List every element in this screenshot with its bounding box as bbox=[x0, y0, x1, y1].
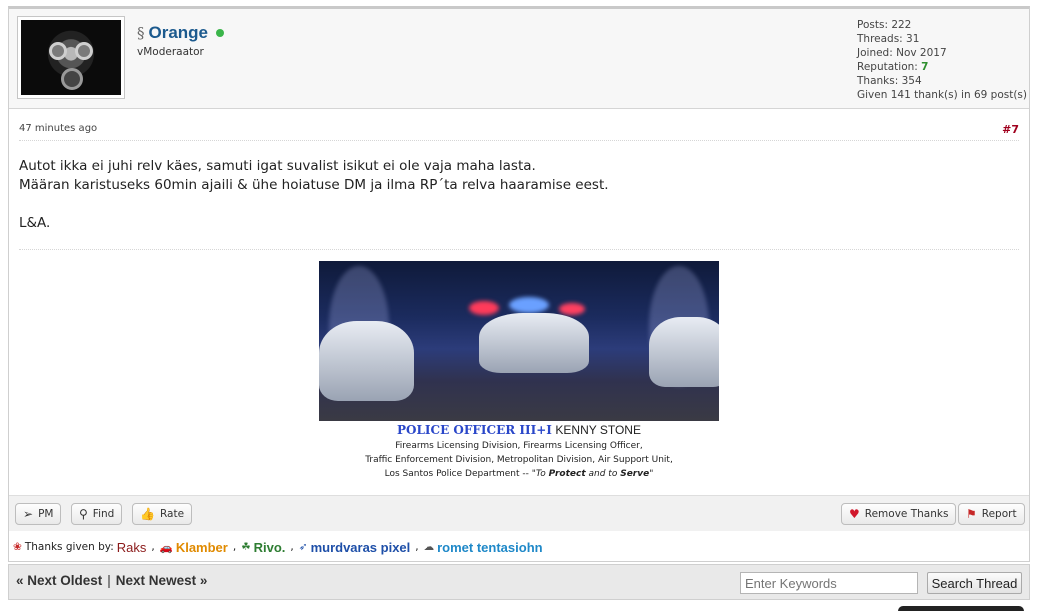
avatar-image bbox=[21, 20, 121, 95]
thanks-user-murdvaras[interactable]: murdvaras pixel bbox=[311, 540, 411, 555]
avatar[interactable] bbox=[17, 16, 125, 99]
stat-thanks: Thanks: 354 bbox=[857, 75, 922, 87]
signature-rank: POLICE OFFICER III+I bbox=[397, 423, 552, 437]
hat-icon: ☁ bbox=[423, 541, 435, 553]
post-number-link[interactable]: #7 bbox=[1002, 123, 1019, 136]
gas-mask-filter bbox=[61, 68, 83, 90]
signature-motto: "To Protect and to Serve" bbox=[531, 469, 654, 479]
thanks-user-rivo[interactable]: Rivo. bbox=[254, 540, 286, 555]
rate-button[interactable]: 👍 Rate bbox=[132, 503, 193, 525]
heart-icon: ♥ bbox=[849, 507, 860, 521]
find-button[interactable]: ⚲ Find bbox=[71, 503, 123, 525]
stat-joined: Joined: Nov 2017 bbox=[857, 47, 947, 59]
post-line: Autot ikka ei juhi relv käes, samuti iga… bbox=[19, 158, 536, 174]
search-thread-button[interactable]: Search Thread bbox=[927, 572, 1022, 594]
post-meta: 47 minutes ago #7 bbox=[19, 121, 1019, 141]
stat-threads[interactable]: Threads: 31 bbox=[857, 32, 1027, 46]
author-stats: Posts: 222 Threads: 31 Joined: Nov 2017 … bbox=[857, 18, 1027, 102]
username-row: § Orange bbox=[137, 23, 225, 43]
thanks-label: Thanks given by: bbox=[24, 541, 114, 553]
dollar-symbol-icon: § bbox=[137, 24, 145, 42]
signature-line: Los Santos Police Department -- "To Prot… bbox=[384, 469, 654, 479]
post-time: 47 minutes ago bbox=[19, 123, 98, 134]
pm-button[interactable]: ➢ PM bbox=[15, 503, 62, 525]
post-container: § Orange vModeraator Posts: 222 Threads:… bbox=[8, 6, 1030, 562]
bottom-corner-bar bbox=[898, 606, 1024, 611]
signature-line: Traffic Enforcement Division, Metropolit… bbox=[365, 455, 673, 465]
flag-icon: ⚑ bbox=[966, 507, 977, 521]
reputation-value[interactable]: 7 bbox=[921, 61, 928, 73]
keywords-input[interactable] bbox=[740, 572, 918, 594]
bird-icon: ➶ bbox=[298, 541, 308, 553]
magnifier-icon: ⚲ bbox=[79, 507, 88, 521]
username-link[interactable]: Orange bbox=[149, 23, 209, 43]
thanks-list: ❀ Thanks given by: Raks , 🚗 Klamber , ☘ … bbox=[13, 539, 543, 555]
thanks-user-klamber[interactable]: Klamber bbox=[176, 540, 228, 555]
stat-posts[interactable]: Posts: 222 bbox=[857, 18, 1027, 32]
stat-given: Given 141 thank(s) in 69 post(s) bbox=[857, 89, 1027, 101]
author-panel: § Orange vModeraator Posts: 222 Threads:… bbox=[9, 9, 1029, 109]
post-body: Autot ikka ei juhi relv käes, samuti iga… bbox=[19, 157, 1019, 233]
thanks-user-romet[interactable]: romet tentasiohn bbox=[437, 540, 542, 555]
gas-mask-eye-right bbox=[75, 42, 93, 60]
signature-name: KENNY STONE bbox=[555, 423, 641, 437]
rose-icon: ❀ bbox=[13, 541, 22, 553]
gas-mask-eye-left bbox=[49, 42, 67, 60]
next-oldest-link[interactable]: « Next Oldest bbox=[16, 573, 102, 588]
thanks-user-raks[interactable]: Raks bbox=[117, 540, 147, 555]
paper-plane-icon: ➢ bbox=[23, 507, 34, 521]
post-line: Määran karistuseks 60min ajaili & ühe ho… bbox=[19, 177, 609, 193]
report-button[interactable]: ⚑ Report bbox=[958, 503, 1025, 525]
clover-icon: ☘ bbox=[241, 541, 251, 553]
signature-line: Firearms Licensing Division, Firearms Li… bbox=[395, 441, 643, 451]
post-actions-bar: ➢ PM ⚲ Find 👍 Rate ♥ Remove Thanks ⚑ Rep… bbox=[9, 495, 1029, 531]
signature-text: POLICE OFFICER III+I KENNY STONE Firearm… bbox=[259, 423, 779, 481]
remove-thanks-button[interactable]: ♥ Remove Thanks bbox=[841, 503, 957, 525]
signature-divider bbox=[19, 249, 1019, 250]
user-title: vModeraator bbox=[137, 46, 204, 58]
nav-links: « Next Oldest | Next Newest » bbox=[16, 573, 208, 588]
car-icon: 🚗 bbox=[159, 541, 173, 554]
next-newest-link[interactable]: Next Newest » bbox=[116, 573, 208, 588]
thread-navigation: « Next Oldest|Next Newest » Search Threa… bbox=[8, 564, 1030, 600]
stat-reputation: Reputation: 7 bbox=[857, 61, 929, 73]
online-status-icon bbox=[216, 29, 225, 37]
signature-banner-image bbox=[319, 261, 719, 421]
thumbs-up-icon: 👍 bbox=[140, 507, 155, 521]
post-line: L&A. bbox=[19, 215, 51, 231]
